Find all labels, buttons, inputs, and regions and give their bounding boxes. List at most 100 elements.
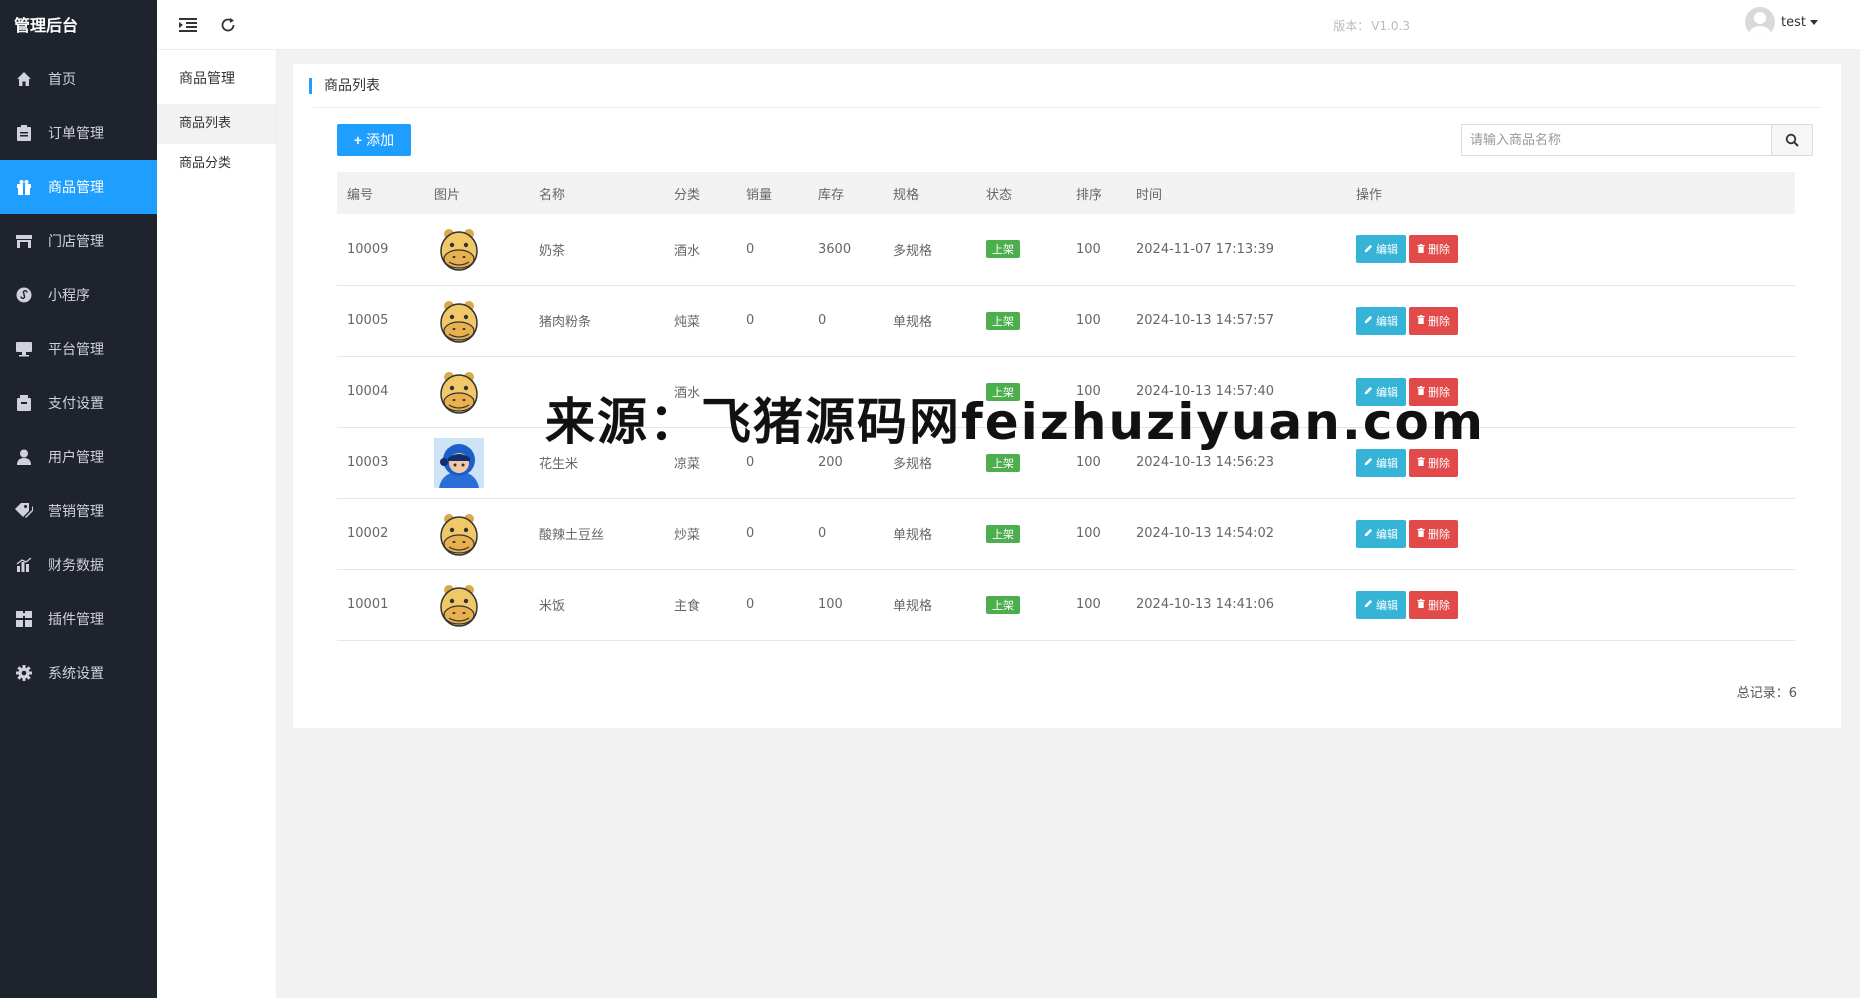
cell-id: 10001 — [337, 569, 424, 641]
cell-id: 10002 — [337, 498, 424, 570]
sidebar: 管理后台 首页 订单管理 商品管理 门店管理 小程序 平台管理 支付设置 用户管理 营销管理 财务… — [0, 0, 157, 998]
column-header: 编号 — [337, 172, 424, 214]
sidebar-item-label: 订单管理 — [48, 126, 104, 142]
sub-item-product-list[interactable]: 商品列表 — [157, 104, 276, 144]
sidebar-menu: 首页订单管理商品管理门店管理小程序平台管理支付设置用户管理营销管理财务数据插件管… — [0, 52, 157, 700]
table-row: 10002 酸辣土豆丝 炒菜 0 0 单规格 上架 100 2024-10-13 14:54:0… — [337, 498, 1795, 570]
cell-sort: 100 — [1066, 498, 1126, 570]
cell-sort: 100 — [1066, 285, 1126, 357]
sidebar-item-label: 商品管理 — [48, 180, 104, 196]
edit-button-label: 编辑 — [1376, 456, 1398, 470]
cell-stock: 0 — [808, 285, 883, 357]
sidebar-item-4[interactable]: 小程序 — [0, 268, 157, 322]
total-label: 总记录： — [1736, 686, 1789, 701]
plus-icon: + — [353, 132, 363, 148]
status-badge: 上架 — [986, 524, 1020, 543]
cell-name: 酸辣土豆丝 — [529, 498, 664, 570]
sidebar-item-11[interactable]: 系统设置 — [0, 646, 157, 700]
sidebar-item-1[interactable]: 订单管理 — [0, 106, 157, 160]
version-info: 版本： V1.0.3 — [1331, 17, 1410, 34]
cell-actions: 编辑 删除 — [1346, 285, 1795, 357]
delete-button[interactable]: 删除 — [1409, 519, 1458, 548]
edit-button-label: 编辑 — [1376, 598, 1398, 612]
table-header-row: 编号 图片 名称 分类 销量 库存 规格 状态 排序 时间 操作 — [337, 172, 1795, 214]
search-button[interactable] — [1771, 124, 1813, 156]
sidebar-item-10[interactable]: 插件管理 — [0, 592, 157, 646]
user-menu[interactable]: test — [1745, 7, 1818, 37]
cell-actions: 编辑 删除 — [1346, 498, 1795, 570]
column-header: 操作 — [1346, 172, 1795, 214]
trash-icon — [1417, 598, 1428, 611]
sidebar-item-label: 门店管理 — [48, 234, 104, 250]
sidebar-item-9[interactable]: 财务数据 — [0, 538, 157, 592]
column-header: 排序 — [1066, 172, 1126, 214]
cell-time: 2024-11-07 17:13:39 — [1126, 214, 1346, 286]
sidebar-item-label: 财务数据 — [48, 558, 104, 574]
sidebar-item-label: 营销管理 — [48, 504, 104, 520]
sidebar-item-2[interactable]: 商品管理 — [0, 160, 157, 214]
cell-image — [424, 427, 529, 499]
store-icon — [14, 231, 34, 251]
monitor-icon — [14, 339, 34, 359]
cell-image — [424, 569, 529, 641]
sub-sidebar: 商品管理 商品列表 商品分类 — [157, 0, 277, 998]
gear-icon — [14, 663, 34, 683]
delete-button-label: 删除 — [1428, 527, 1450, 541]
cell-status: 上架 — [976, 498, 1066, 570]
column-header: 状态 — [976, 172, 1066, 214]
user-icon — [14, 447, 34, 467]
cell-category: 炒菜 — [664, 498, 736, 570]
cell-id: 10004 — [337, 356, 424, 428]
cell-spec: 单规格 — [883, 498, 976, 570]
cell-id: 10009 — [337, 214, 424, 286]
product-image — [440, 371, 478, 414]
cell-name: 米饭 — [529, 569, 664, 641]
edit-button[interactable]: 编辑 — [1356, 519, 1406, 548]
cell-status: 上架 — [976, 285, 1066, 357]
edit-button[interactable]: 编辑 — [1356, 306, 1406, 335]
sub-item-product-category[interactable]: 商品分类 — [157, 144, 276, 184]
sidebar-item-5[interactable]: 平台管理 — [0, 322, 157, 376]
sidebar-item-3[interactable]: 门店管理 — [0, 214, 157, 268]
refresh-button[interactable] — [217, 14, 239, 36]
sidebar-item-8[interactable]: 营销管理 — [0, 484, 157, 538]
avatar — [1745, 7, 1776, 37]
collapse-menu-button[interactable] — [177, 14, 199, 36]
trash-icon — [1417, 243, 1428, 256]
edit-button-label: 编辑 — [1376, 314, 1398, 328]
indent-icon — [179, 18, 197, 32]
version-value: V1.0.3 — [1371, 19, 1410, 33]
delete-button[interactable]: 删除 — [1409, 306, 1458, 335]
cell-image — [424, 356, 529, 428]
pencil-icon — [1364, 456, 1376, 469]
cell-status: 上架 — [976, 214, 1066, 286]
trash-icon — [1417, 527, 1428, 540]
sidebar-item-label: 小程序 — [48, 288, 90, 304]
delete-button-label: 删除 — [1428, 456, 1450, 470]
sidebar-item-0[interactable]: 首页 — [0, 52, 157, 106]
column-header: 库存 — [808, 172, 883, 214]
puzzle-icon — [14, 609, 34, 629]
gift-icon — [14, 177, 34, 197]
cell-image — [424, 285, 529, 357]
sidebar-item-label: 支付设置 — [48, 396, 104, 412]
caret-down-icon — [1810, 19, 1818, 25]
add-button[interactable]: + 添加 — [337, 124, 411, 156]
bar-chart-icon — [14, 555, 34, 575]
search-input[interactable] — [1461, 124, 1771, 156]
refresh-icon — [221, 18, 235, 32]
delete-button[interactable]: 删除 — [1409, 235, 1458, 264]
delete-button[interactable]: 删除 — [1409, 590, 1458, 619]
edit-button[interactable]: 编辑 — [1356, 590, 1406, 619]
sidebar-item-7[interactable]: 用户管理 — [0, 430, 157, 484]
cell-name: 奶茶 — [529, 214, 664, 286]
edit-button[interactable]: 编辑 — [1356, 235, 1406, 264]
table-row: 10005 猪肉粉条 炖菜 0 0 单规格 上架 100 2024-10-13 14:57:57… — [337, 285, 1795, 357]
search-icon — [1785, 133, 1799, 147]
cell-sort: 100 — [1066, 214, 1126, 286]
delete-button-label: 删除 — [1428, 243, 1450, 257]
cell-time: 2024-10-13 14:57:57 — [1126, 285, 1346, 357]
cell-status: 上架 — [976, 569, 1066, 641]
column-header: 销量 — [736, 172, 808, 214]
sidebar-item-6[interactable]: 支付设置 — [0, 376, 157, 430]
